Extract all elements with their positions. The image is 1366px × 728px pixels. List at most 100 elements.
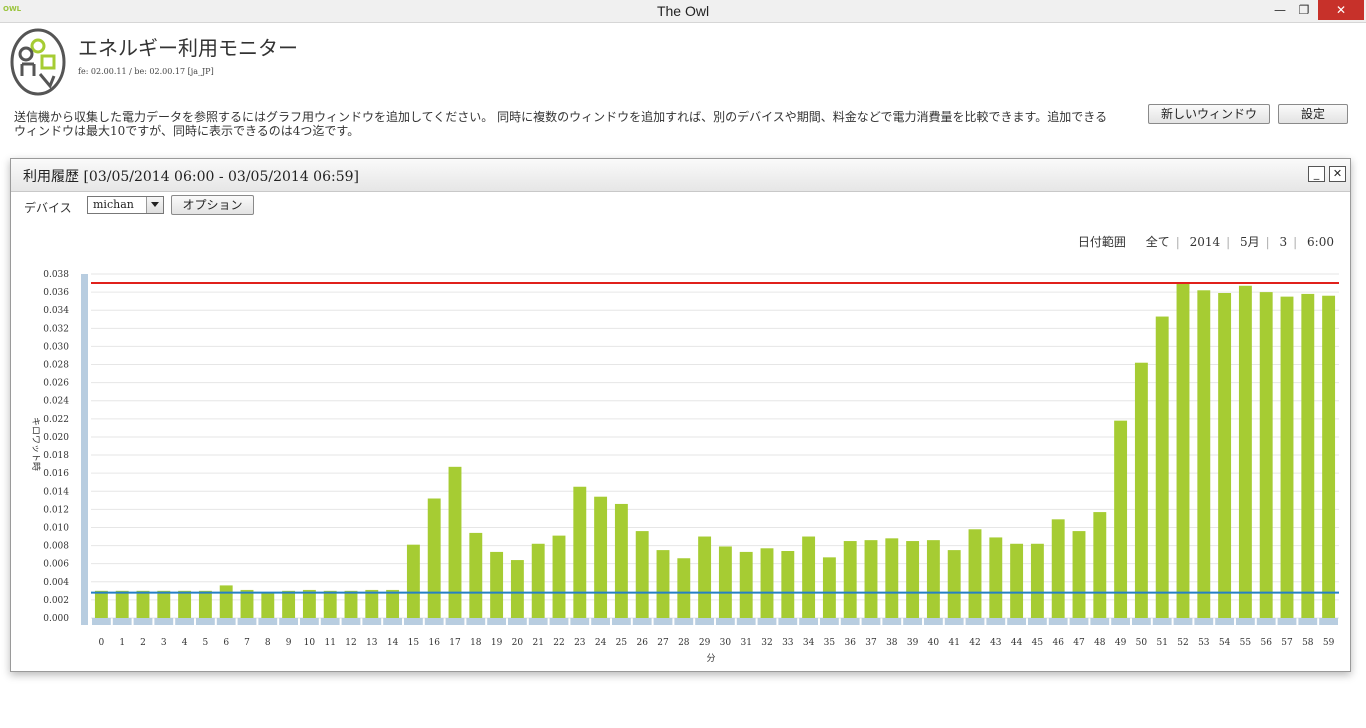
x-axis-segment — [1007, 618, 1026, 625]
bar — [864, 540, 878, 618]
bar — [573, 486, 587, 618]
y-tick-label: 0.014 — [43, 487, 69, 497]
x-tick-label: 12 — [345, 638, 356, 648]
x-axis-segment — [1215, 618, 1234, 625]
x-axis-segment — [591, 618, 610, 625]
usage-bar-chart: 0.000 0.002 0.004 0.006 0.008 0.010 0.012 0.014… — [30, 270, 1339, 664]
x-axis-segment — [1298, 618, 1318, 625]
window-close-button[interactable]: ✕ — [1318, 0, 1364, 20]
x-axis-segment — [1048, 618, 1068, 625]
x-axis-segment — [799, 618, 818, 625]
new-window-button[interactable]: 新しいウィンドウ — [1148, 104, 1270, 124]
bar — [490, 551, 504, 618]
x-tick-label: 38 — [886, 638, 898, 648]
y-tick-label: 0.024 — [43, 397, 69, 407]
x-tick-label: 52 — [1177, 638, 1188, 648]
x-axis-segment — [258, 618, 278, 625]
bar — [302, 589, 316, 618]
bar — [531, 543, 545, 618]
x-tick-label: 47 — [1073, 638, 1085, 648]
bar — [594, 496, 608, 618]
x-axis-segment — [1256, 618, 1276, 625]
x-tick-label: 25 — [616, 638, 628, 648]
bar — [406, 544, 420, 618]
x-axis-segment — [1277, 618, 1297, 625]
y-tick-label: 0.000 — [43, 614, 69, 624]
bar — [635, 531, 649, 618]
x-tick-label: 3 — [161, 638, 167, 648]
x-tick-label: 37 — [865, 638, 877, 648]
x-tick-label: 18 — [470, 638, 482, 648]
x-tick-label: 44 — [1011, 638, 1023, 648]
bar — [781, 551, 795, 618]
y-tick-label: 0.038 — [43, 270, 69, 280]
x-axis-segment — [944, 618, 964, 625]
x-axis-segment — [237, 618, 257, 625]
bar — [760, 548, 774, 618]
x-axis-segment — [487, 618, 506, 625]
x-axis-segment — [320, 618, 340, 625]
x-axis-segment — [882, 618, 902, 625]
bar — [1176, 283, 1190, 618]
x-tick-label: 46 — [1052, 638, 1064, 648]
x-axis-segment — [861, 618, 881, 625]
bar — [469, 532, 483, 618]
y-tick-label: 0.032 — [43, 324, 69, 334]
x-axis-segment — [549, 618, 569, 625]
settings-button[interactable]: 設定 — [1278, 104, 1348, 124]
x-axis-segment — [1194, 618, 1214, 625]
y-tick-label: 0.018 — [43, 451, 69, 461]
bar — [365, 589, 379, 618]
x-axis-segment — [570, 618, 590, 625]
y-tick-label: 0.028 — [43, 361, 69, 371]
x-axis-segment — [820, 618, 839, 625]
x-axis-segment — [424, 618, 444, 625]
x-tick-label: 55 — [1240, 638, 1252, 648]
x-tick-label: 56 — [1260, 638, 1272, 648]
x-tick-label: 59 — [1323, 638, 1335, 648]
x-tick-label: 23 — [574, 638, 586, 648]
bar — [136, 590, 150, 618]
x-tick-label: 7 — [244, 638, 250, 648]
bar — [656, 550, 670, 618]
y-tick-label: 0.006 — [43, 560, 69, 570]
bar — [1051, 519, 1065, 618]
bar — [906, 541, 920, 618]
bar — [157, 590, 171, 618]
bar — [718, 546, 732, 618]
bar — [178, 590, 192, 618]
x-tick-label: 24 — [595, 638, 607, 648]
x-tick-label: 4 — [182, 638, 188, 648]
x-tick-label: 19 — [491, 638, 503, 648]
bar — [947, 550, 961, 618]
bar — [344, 590, 358, 618]
bar — [261, 592, 275, 618]
x-axis-segment — [632, 618, 652, 625]
bar — [94, 590, 108, 618]
x-axis-segment — [154, 618, 174, 625]
description-text: 送信機から収集した電力データを参照するにはグラフ用ウィンドウを追加してください。… — [14, 110, 1108, 138]
bar — [885, 538, 899, 618]
x-axis-segment — [1319, 618, 1338, 625]
y-tick-label: 0.016 — [43, 469, 69, 479]
usage-history-panel: 利用履歴 [03/05/2014 06:00 - 03/05/2014 06:5… — [10, 158, 1351, 672]
bar — [427, 498, 441, 618]
window-maximize-button[interactable]: ❐ — [1289, 0, 1319, 20]
bar — [1093, 512, 1107, 618]
x-axis-segment — [528, 618, 548, 625]
x-tick-label: 9 — [286, 638, 292, 648]
version-text: fe: 02.00.11 / be: 02.00.17 [ja_JP] — [78, 67, 214, 76]
x-tick-label: 13 — [366, 638, 378, 648]
bar — [1030, 543, 1044, 618]
x-axis-segment — [341, 618, 361, 625]
x-axis-segment — [840, 618, 860, 625]
x-tick-label: 6 — [223, 638, 229, 648]
x-tick-label: 30 — [720, 638, 732, 648]
x-axis-segment — [757, 618, 777, 625]
x-tick-label: 50 — [1136, 638, 1148, 648]
y-tick-label: 0.020 — [43, 433, 69, 443]
x-axis-segment — [175, 618, 194, 625]
bar — [1259, 292, 1273, 618]
x-tick-label: 39 — [907, 638, 919, 648]
bar — [386, 589, 400, 618]
